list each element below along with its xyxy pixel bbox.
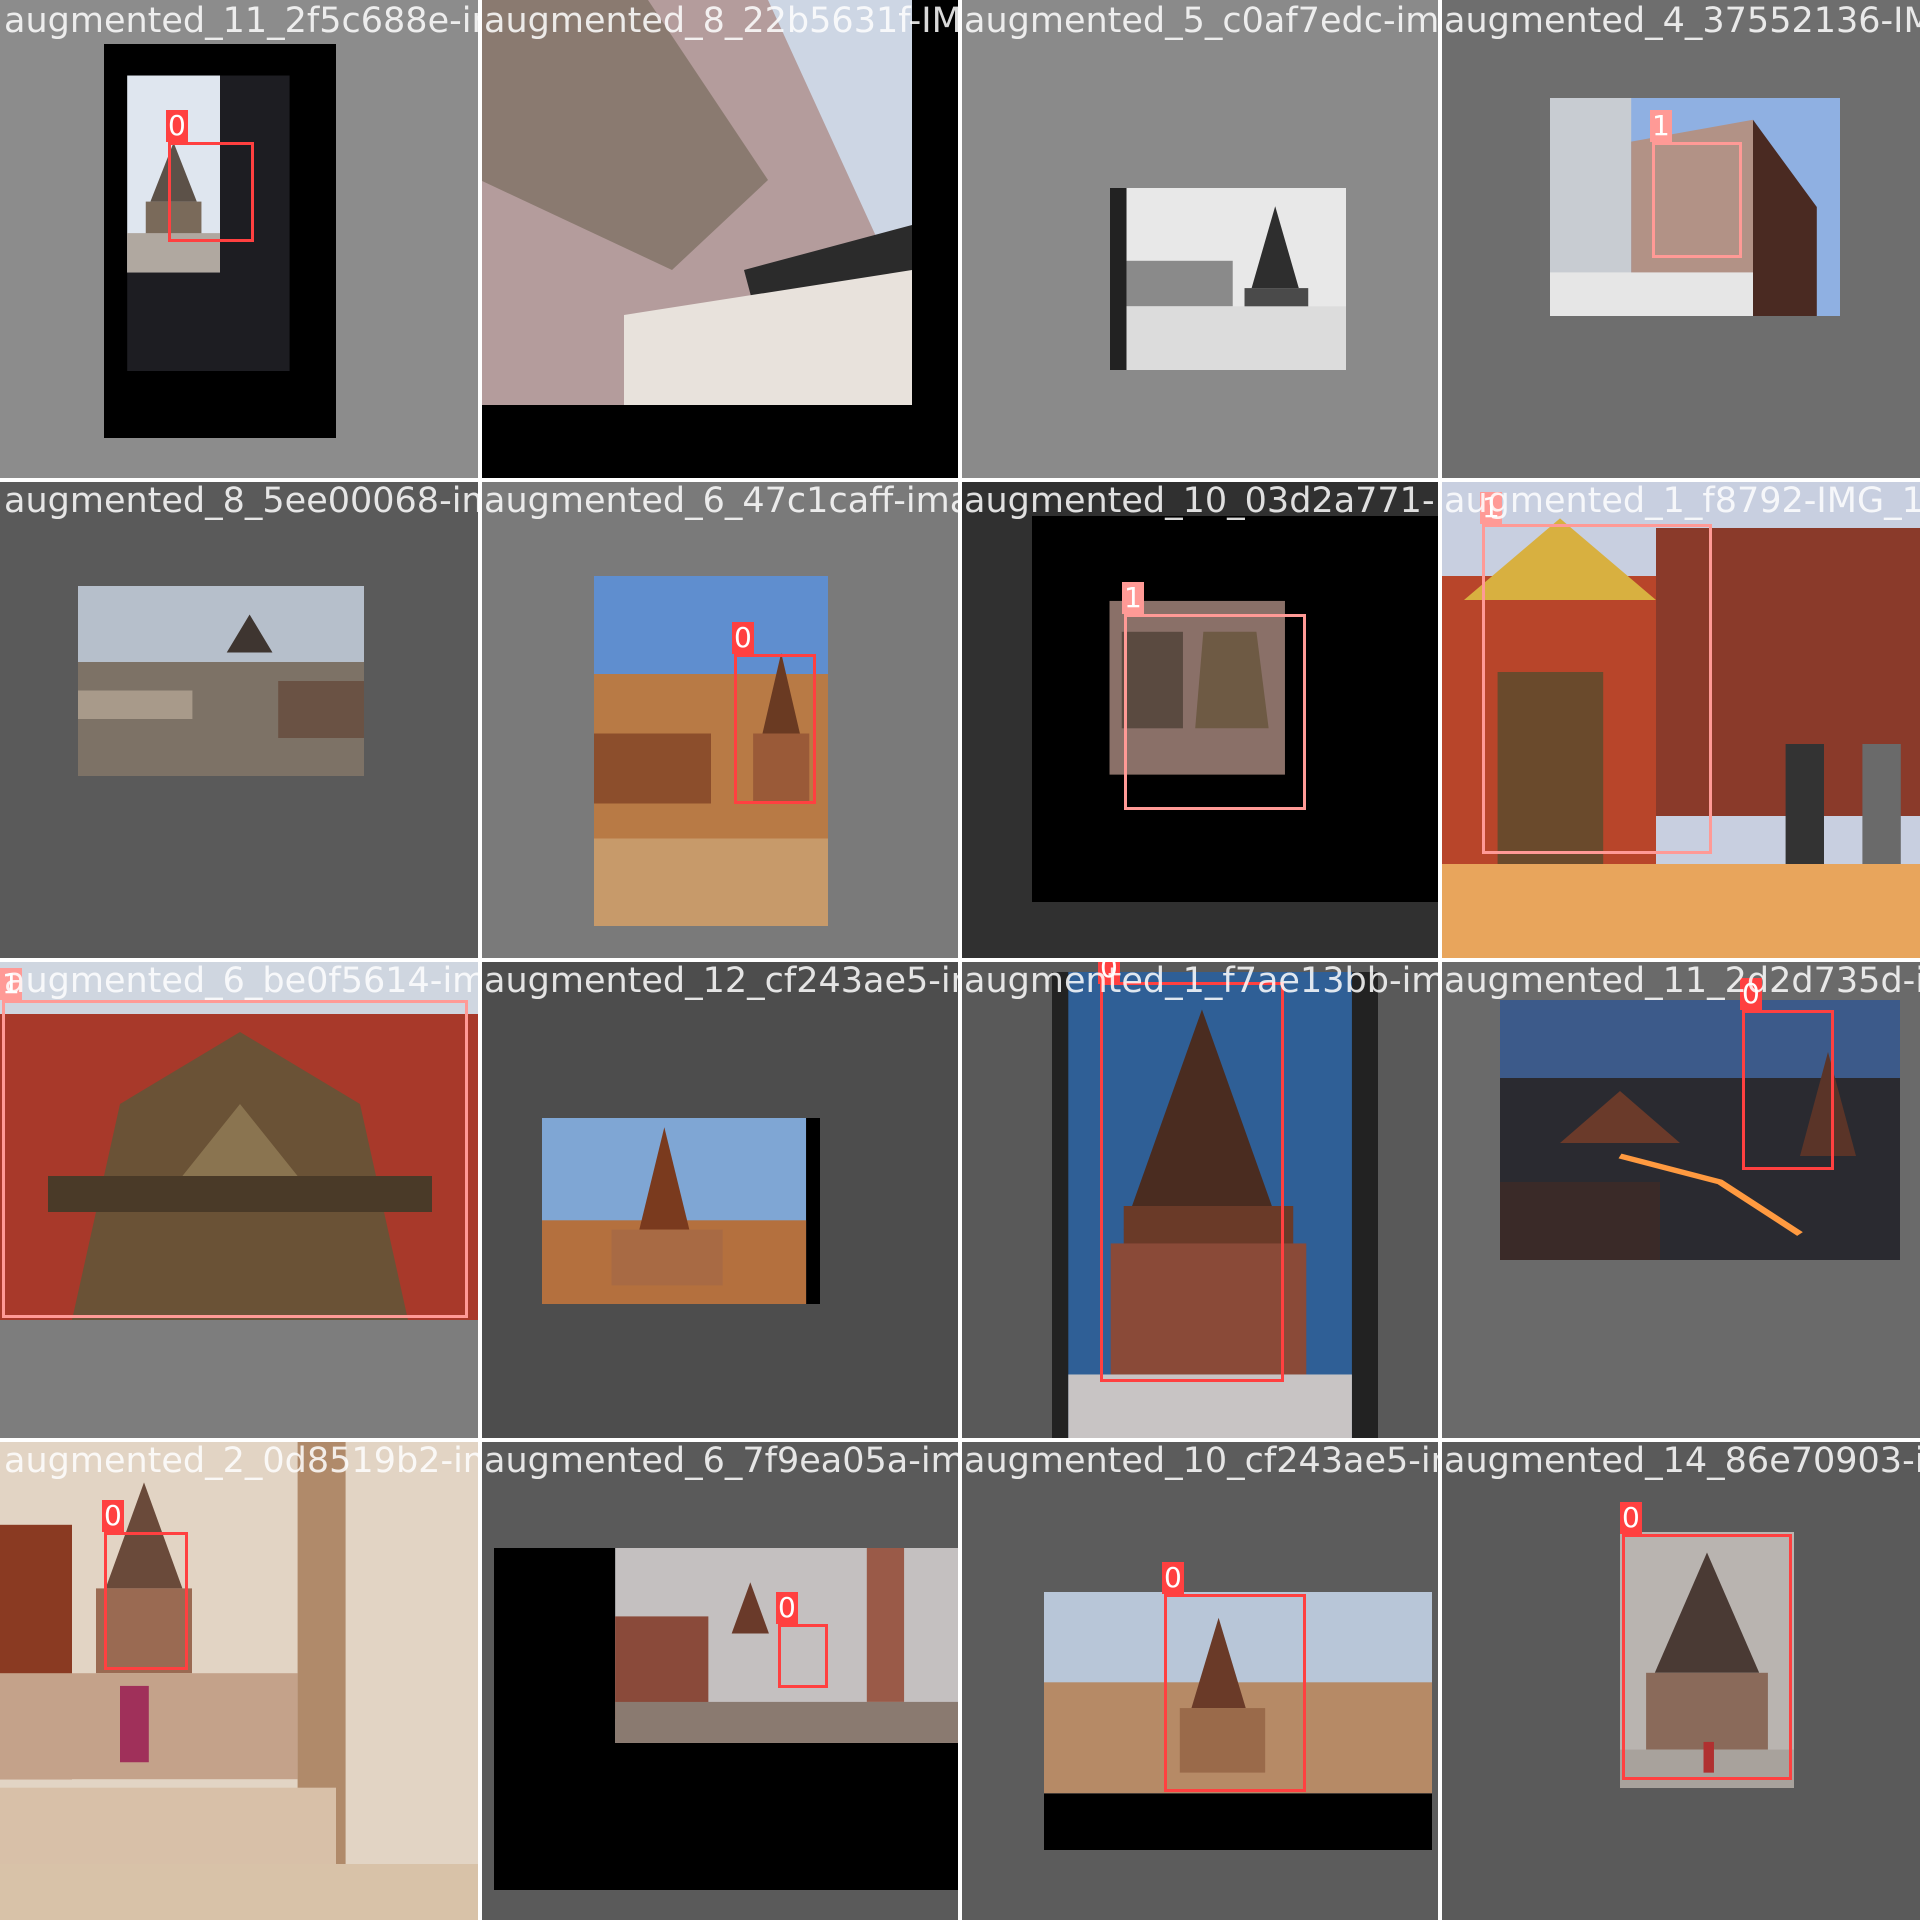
tile-label: augmented_6_47c1caff-image_534.png (484, 481, 960, 521)
tile-6: 0 augmented_6_47c1caff-image_534.png (480, 480, 960, 960)
tile-13: 0 augmented_2_0d8519b2-image_251.png (0, 1440, 480, 1920)
tile-label: augmented_8_5ee00068-image_526.png (4, 481, 480, 521)
tile-photo (78, 586, 364, 776)
tile-label: augmented_14_86e70903-image_81.png (1444, 1441, 1920, 1481)
tile-1: 0 augmented_11_2f5c688e-image_36.png (0, 0, 480, 480)
bounding-box (1652, 142, 1742, 258)
tile-label: augmented_11_2d2d735d-image_11.png (1444, 961, 1920, 1001)
tile-photo (542, 1118, 820, 1304)
tile-label: augmented_4_37552136-IMG_1807.JPG (1444, 1, 1920, 41)
tile-11: 0 augmented_1_f7ae13bb-image_187.png (960, 960, 1440, 1440)
tile-15: 0 augmented_10_cf243ae5-image_195.png (960, 1440, 1440, 1920)
tile-2: augmented_8_22b5631f-IMG_1849.JPG (480, 0, 960, 480)
tile-14: 0 augmented_6_7f9ea05a-image_211.png (480, 1440, 960, 1920)
bbox-class-tag: 1 (1122, 581, 1144, 614)
tile-9: 1 augmented_6_be0f5614-image_21.png (0, 960, 480, 1440)
tile-7: 1 augmented_10_03d2a771-IMG_1807.JPG (960, 480, 1440, 960)
tile-label: augmented_5_c0af7edc-image_210.png (964, 1, 1440, 41)
bounding-box (1482, 524, 1712, 854)
bbox-class-tag: 0 (732, 621, 754, 654)
bounding-box (1124, 614, 1306, 810)
tile-photo (480, 0, 960, 450)
bbox-class-tag: 0 (776, 1591, 798, 1624)
tile-3: augmented_5_c0af7edc-image_210.png (960, 0, 1440, 480)
bbox-class-tag: 0 (1620, 1501, 1642, 1534)
bbox-class-tag: 0 (102, 1499, 124, 1532)
bounding-box (1164, 1594, 1306, 1792)
grid-separator (0, 1438, 1920, 1442)
bounding-box (1742, 1010, 1834, 1170)
tile-10: augmented_12_cf243ae5-image_191.png (480, 960, 960, 1440)
tile-photo (1110, 188, 1346, 370)
bounding-box (734, 654, 816, 804)
tile-label: augmented_1_f8792-IMG_1807.JPG (1444, 481, 1920, 521)
tile-photo (0, 1440, 480, 1864)
tile-5: augmented_8_5ee00068-image_526.png (0, 480, 480, 960)
tile-photo (494, 1548, 960, 1890)
tile-4: 1 augmented_4_37552136-IMG_1807.JPG (1440, 0, 1920, 480)
tile-label: augmented_8_22b5631f-IMG_1849.JPG (484, 1, 960, 41)
bbox-class-tag: 0 (1162, 1561, 1184, 1594)
grid-separator (0, 958, 1920, 962)
tile-16: 0 augmented_14_86e70903-image_81.png (1440, 1440, 1920, 1920)
bounding-box (2, 1000, 468, 1318)
tile-label: augmented_12_cf243ae5-image_191.png (484, 961, 960, 1001)
tile-label: augmented_6_7f9ea05a-image_211.png (484, 1441, 960, 1481)
tile-label: augmented_6_be0f5614-image_21.png (4, 961, 480, 1001)
tile-8: 1 augmented_1_f8792-IMG_1807.JPG (1440, 480, 1920, 960)
bbox-class-tag: 0 (166, 109, 188, 142)
bbox-class-tag: 1 (1650, 109, 1672, 142)
bounding-box (778, 1624, 828, 1688)
tile-label: augmented_1_f7ae13bb-image_187.png (964, 961, 1440, 1001)
tile-photo (1500, 1000, 1900, 1260)
tile-label: augmented_10_cf243ae5-image_195.png (964, 1441, 1440, 1481)
bounding-box (168, 142, 254, 242)
tile-12: 0 augmented_11_2d2d735d-image_11.png (1440, 960, 1920, 1440)
grid-separator (0, 478, 1920, 482)
bounding-box (104, 1532, 188, 1670)
tile-label: augmented_11_2f5c688e-image_36.png (4, 1, 480, 41)
tile-label: augmented_2_0d8519b2-image_251.png (4, 1441, 480, 1481)
bounding-box (1100, 982, 1284, 1382)
bounding-box (1622, 1534, 1792, 1780)
training-batch-mosaic: 0 augmented_11_2f5c688e-image_36.png aug… (0, 0, 1920, 1920)
tile-label: augmented_10_03d2a771-IMG_1807.JPG (964, 481, 1440, 521)
